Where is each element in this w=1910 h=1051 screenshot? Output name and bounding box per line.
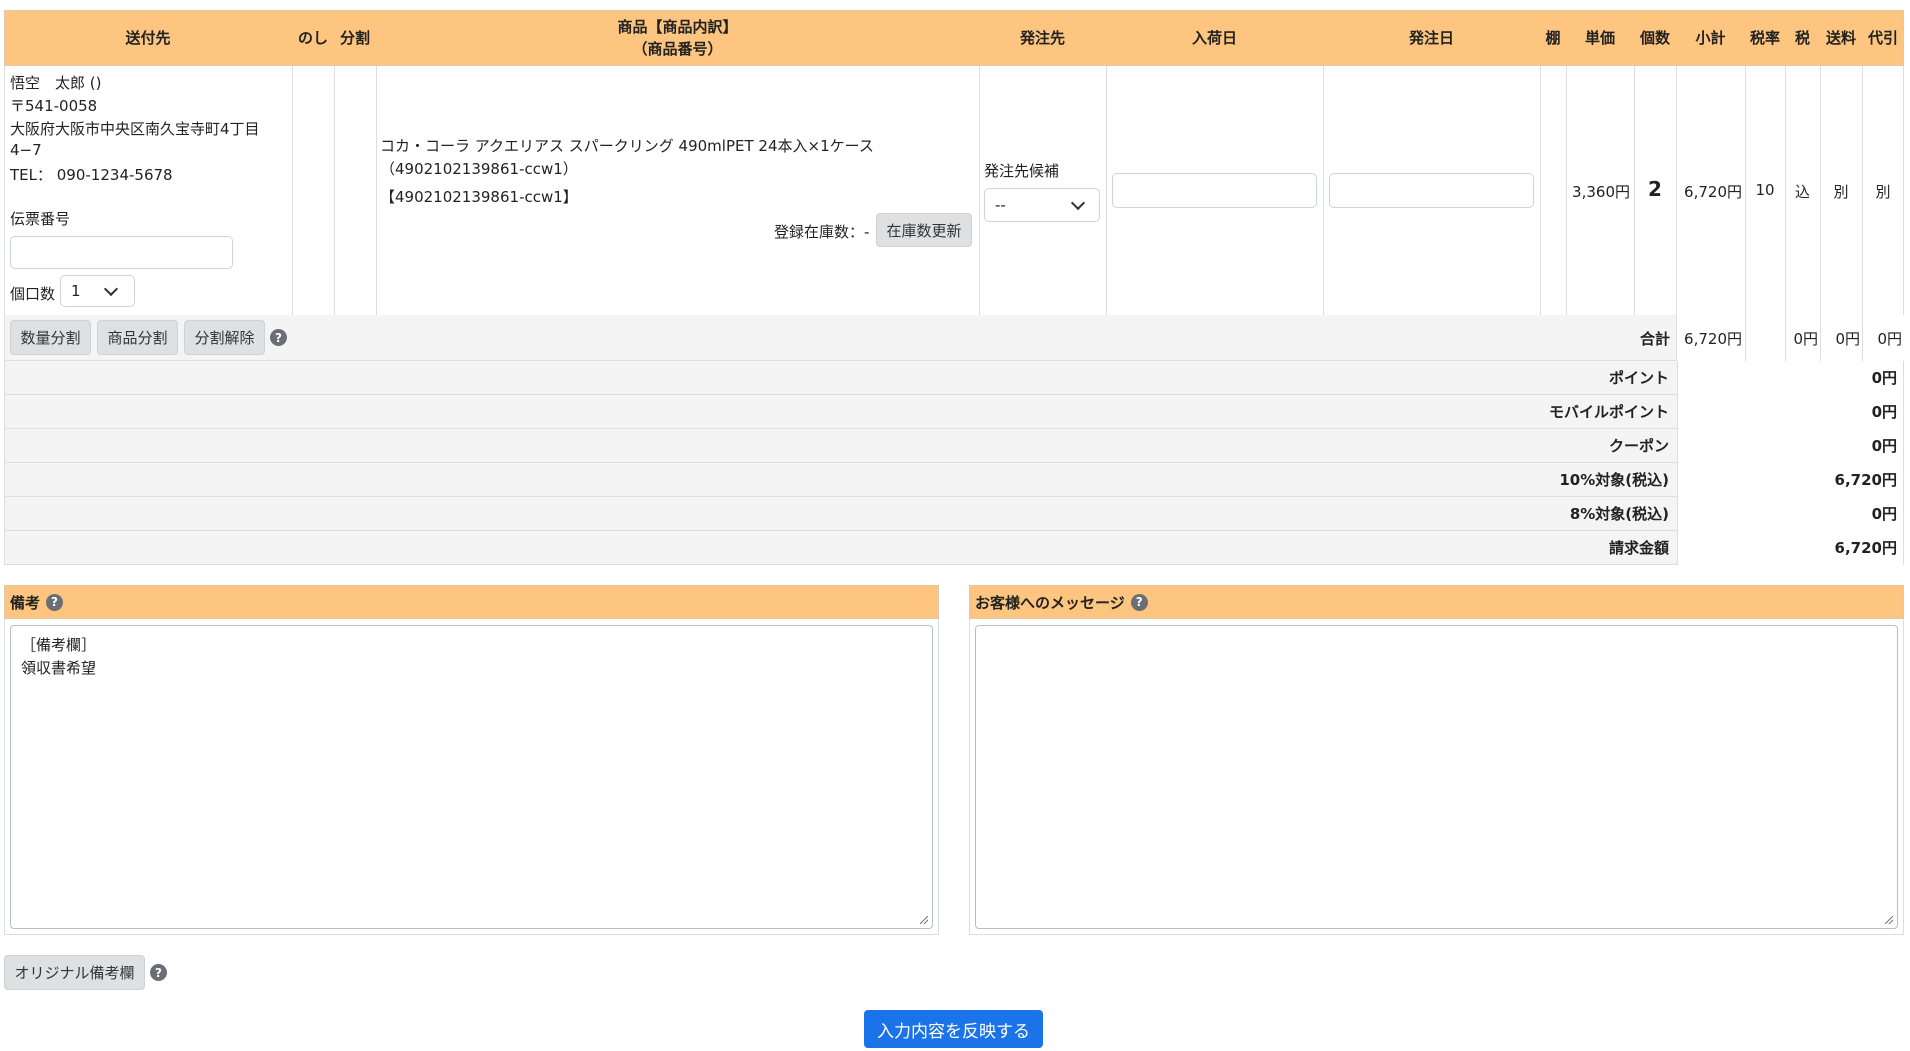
header-shelf: 棚 — [1545, 29, 1561, 47]
summary-value: 0円 — [1677, 497, 1903, 531]
order-candidate-label: 発注先候補 — [984, 162, 1060, 180]
header-arrival-date: 入荷日 — [1191, 29, 1237, 47]
header-product: 商品【商品内訳】 （商品番号） — [376, 10, 979, 66]
summary-value: 6,720円 — [1677, 531, 1903, 565]
resize-grip-icon[interactable] — [920, 916, 928, 924]
total-subtotal-value: 6,720円 — [1684, 330, 1742, 348]
parcel-count-value: 1 — [71, 282, 81, 300]
total-cod-value: 0円 — [1877, 330, 1902, 348]
remarks-title: 備考 — [10, 593, 41, 612]
quantity-split-button[interactable]: 数量分割 — [10, 320, 91, 355]
summary-value: 0円 — [1677, 395, 1903, 429]
total-label: 合計 — [1639, 330, 1670, 348]
product-code-bracket: 【4902102139861-ccw1】 — [380, 188, 578, 206]
chevron-down-icon — [1070, 195, 1086, 211]
product-code-paren: （4902102139861-ccw1） — [380, 160, 578, 178]
cod-value: 別 — [1875, 183, 1891, 201]
summary-label: ポイント — [1608, 369, 1669, 387]
summary-label: クーポン — [1608, 437, 1669, 455]
column-divider — [334, 66, 335, 315]
header-tax-rate: 税率 — [1749, 29, 1780, 47]
help-icon[interactable]: ? — [46, 593, 64, 611]
help-icon[interactable]: ? — [150, 964, 167, 981]
summary-value: 0円 — [1677, 361, 1903, 395]
column-divider — [1106, 66, 1107, 315]
header-order-to: 発注先 — [1019, 29, 1065, 47]
summary-row-mobile-points: モバイルポイント 0円 — [4, 395, 1904, 429]
resize-grip-icon[interactable] — [1885, 916, 1893, 924]
parcel-count-select[interactable]: 1 — [60, 275, 135, 307]
stock-count-label: 登録在庫数：- — [774, 223, 870, 241]
column-divider — [1745, 315, 1746, 361]
header-shipping: 送料 — [1825, 29, 1856, 47]
column-divider — [979, 66, 980, 315]
header-order-date: 発注日 — [1408, 29, 1454, 47]
summary-label: 10%対象(税込) — [1559, 471, 1669, 489]
header-split: 分割 — [339, 29, 370, 47]
column-divider — [292, 66, 293, 315]
header-product-sub: （商品番号） — [632, 40, 723, 58]
unit-price-value: 3,360円 — [1572, 183, 1630, 201]
header-product-label: 商品【商品内訳】 — [617, 18, 738, 36]
summary-label: モバイルポイント — [1548, 403, 1669, 421]
parcel-count-label: 個口数 — [10, 285, 56, 303]
recipient-name: 悟空 太郎 () — [10, 74, 102, 92]
summary-row-coupon: クーポン 0円 — [4, 429, 1904, 463]
recipient-address-line2: 4−7 — [10, 141, 42, 159]
total-tax-value: 0円 — [1793, 330, 1818, 348]
recipient-tel: TEL： 090-1234-5678 — [10, 166, 173, 184]
column-divider — [1540, 66, 1541, 315]
header-noshi: のし — [297, 29, 328, 47]
submit-button[interactable]: 入力内容を反映する — [864, 1010, 1043, 1048]
summary-row-tax10: 10%対象(税込) 6,720円 — [4, 463, 1904, 497]
slip-number-input[interactable] — [10, 236, 233, 269]
shipping-value: 別 — [1833, 183, 1849, 201]
remarks-panel-header: 備考 ? — [4, 585, 939, 619]
help-icon[interactable]: ? — [1130, 593, 1148, 611]
split-cancel-button[interactable]: 分割解除 — [184, 320, 265, 355]
customer-message-textarea[interactable] — [975, 625, 1898, 929]
customer-message-title: お客様へのメッセージ — [975, 593, 1125, 612]
header-subtotal: 小計 — [1695, 29, 1726, 47]
summary-value: 6,720円 — [1677, 463, 1903, 497]
arrival-date-input[interactable] — [1112, 173, 1317, 208]
customer-message-panel-header: お客様へのメッセージ ? — [969, 585, 1904, 619]
slip-number-label: 伝票番号 — [10, 210, 71, 228]
remarks-textarea[interactable]: ［備考欄］ 領収書希望 — [10, 625, 933, 929]
total-shipping-value: 0円 — [1835, 330, 1860, 348]
chevron-down-icon — [103, 281, 119, 297]
recipient-postal: 〒541-0058 — [10, 97, 98, 115]
summary-row-billing-amount: 請求金額 6,720円 — [4, 531, 1904, 565]
tax-value: 込 — [1794, 183, 1810, 201]
quantity-value: 2 — [1648, 177, 1662, 201]
header-recipient: 送付先 — [125, 29, 171, 47]
product-name: コカ・コーラ アクエリアス スパークリング 490mlPET 24本入×1ケース — [380, 137, 874, 155]
update-stock-button[interactable]: 在庫数更新 — [876, 213, 972, 247]
tax-rate-value: 10 — [1755, 181, 1775, 199]
recipient-address-line1: 大阪府大阪市中央区南久宝寺町4丁目 — [10, 120, 260, 138]
summary-value: 0円 — [1677, 429, 1903, 463]
summary-label: 請求金額 — [1608, 539, 1669, 557]
order-candidate-select[interactable]: -- — [984, 188, 1100, 222]
order-candidate-value: -- — [995, 196, 1006, 214]
header-unit-price: 単価 — [1584, 29, 1615, 47]
item-split-button[interactable]: 商品分割 — [97, 320, 178, 355]
order-date-input[interactable] — [1329, 173, 1534, 208]
summary-label: 8%対象(税込) — [1569, 505, 1669, 523]
subtotal-value: 6,720円 — [1684, 183, 1742, 201]
header-quantity: 個数 — [1639, 29, 1670, 47]
original-remarks-button[interactable]: オリジナル備考欄 — [4, 955, 145, 990]
column-divider — [376, 66, 377, 315]
help-icon[interactable]: ? — [270, 329, 287, 346]
summary-row-tax8: 8%対象(税込) 0円 — [4, 497, 1904, 531]
summary-row-points: ポイント 0円 — [4, 361, 1904, 395]
column-divider — [1323, 66, 1324, 315]
header-cod: 代引 — [1867, 29, 1898, 47]
header-tax: 税 — [1794, 29, 1810, 47]
